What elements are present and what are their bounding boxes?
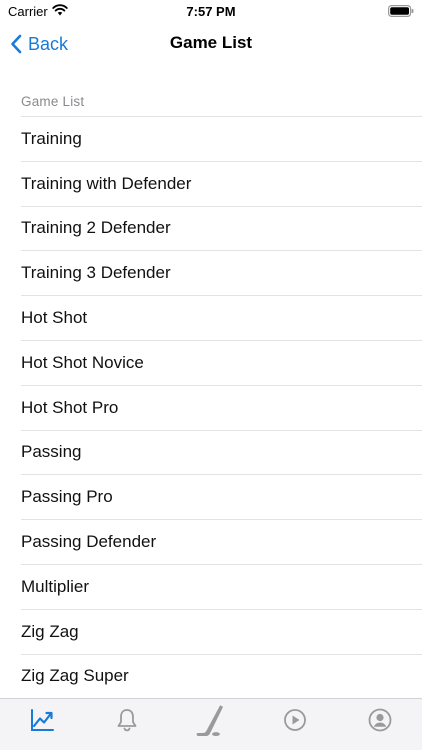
list-item-label: Passing Pro	[21, 487, 113, 507]
page-title: Game List	[169, 33, 253, 52]
list-item-label: Zig Zag	[21, 621, 79, 641]
list-item-label: Training 2 Defender	[21, 218, 171, 238]
list-item-label: Training with Defender	[21, 173, 192, 193]
list-item-multiplier[interactable]: Multiplier	[21, 563, 422, 609]
tab-games[interactable]	[191, 705, 231, 739]
list-item-training-2-defender[interactable]: Training 2 Defender	[21, 205, 422, 251]
game-list: Training Training with Defender Training…	[0, 116, 422, 698]
section-header: Game List	[21, 94, 85, 109]
list-item-label: Hot Shot Novice	[21, 352, 144, 372]
list-item-training-3-defender[interactable]: Training 3 Defender	[21, 250, 422, 295]
list-item-zig-zag[interactable]: Zig Zag	[21, 608, 422, 654]
list-item-passing[interactable]: Passing	[21, 429, 422, 475]
chart-trend-icon	[31, 709, 55, 731]
tab-play[interactable]	[275, 707, 315, 739]
profile-icon	[368, 708, 392, 732]
list-item-passing-defender[interactable]: Passing Defender	[21, 519, 422, 564]
status-time: 7:57 PM	[186, 4, 236, 19]
list-item-training-with-defender[interactable]: Training with Defender	[21, 160, 422, 206]
tab-profile[interactable]	[360, 707, 400, 739]
list-item-zig-zag-super[interactable]: Zig Zag Super	[21, 653, 422, 699]
list-item-label: Training 3 Defender	[21, 263, 171, 283]
list-item-label: Hot Shot	[21, 308, 88, 328]
list-item-hot-shot[interactable]: Hot Shot	[21, 295, 422, 340]
list-item-label: Hot Shot Pro	[21, 397, 119, 417]
tab-stats[interactable]	[22, 707, 62, 739]
list-item-label: Passing	[21, 442, 82, 462]
list-item-label: Multiplier	[21, 576, 90, 596]
list-item-hot-shot-novice[interactable]: Hot Shot Novice	[21, 339, 422, 385]
tab-notifications[interactable]	[107, 707, 147, 739]
list-item-label: Passing Defender	[21, 532, 157, 552]
battery-icon	[388, 5, 414, 17]
list-item-label: Training	[21, 128, 82, 148]
bell-icon	[117, 709, 136, 732]
play-circle-icon	[284, 709, 307, 731]
list-item-passing-pro[interactable]: Passing Pro	[21, 474, 422, 519]
screen: Carrier 7:57 PM Back Game List Game List…	[0, 0, 422, 750]
list-item-hot-shot-pro[interactable]: Hot Shot Pro	[21, 384, 422, 430]
hockey-stick-icon	[196, 705, 223, 737]
list-item-training[interactable]: Training	[21, 116, 422, 161]
tab-bar	[0, 698, 422, 750]
navigation-bar: Back Game List	[0, 24, 422, 64]
list-item-label: Zig Zag Super	[21, 666, 129, 686]
status-bar: Carrier 7:57 PM	[0, 0, 422, 24]
